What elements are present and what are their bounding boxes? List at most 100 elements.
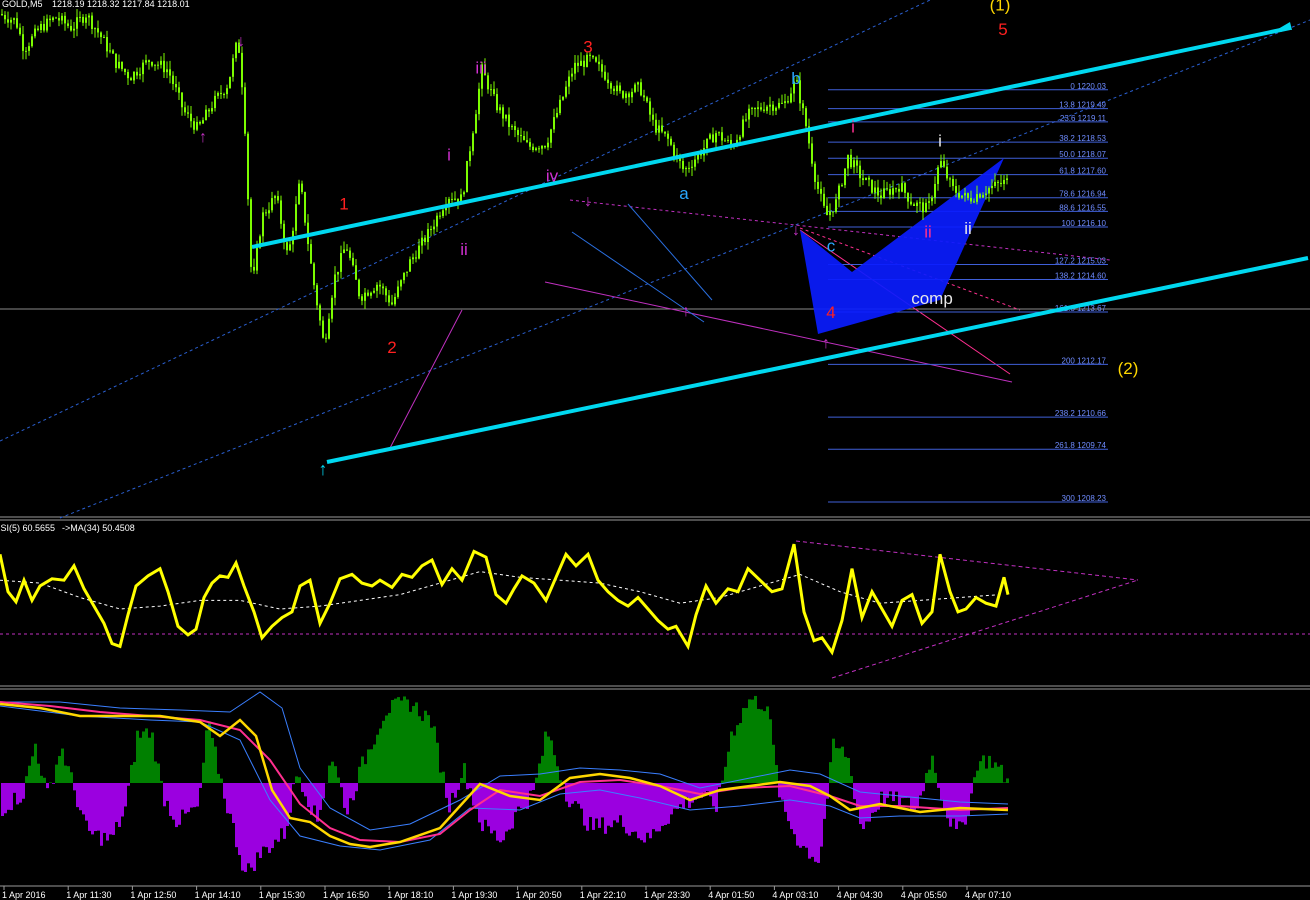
candle-body bbox=[97, 28, 99, 33]
candle-body bbox=[361, 296, 363, 301]
hist-bar-negative bbox=[652, 783, 655, 830]
candle-body bbox=[115, 53, 117, 68]
candle-body bbox=[154, 64, 156, 66]
fib-label-8: 100 1216.10 bbox=[1062, 219, 1107, 228]
hist-bar-negative bbox=[238, 783, 241, 856]
candle-body bbox=[556, 113, 558, 118]
wave-label-10: iv bbox=[546, 167, 559, 186]
hist-bar-negative bbox=[226, 783, 229, 814]
candle-body bbox=[250, 199, 252, 267]
hist-bar-positive bbox=[556, 766, 559, 783]
candle-body bbox=[397, 286, 399, 297]
candle-body bbox=[223, 94, 225, 96]
candle-body bbox=[46, 18, 48, 31]
hist-bar-positive bbox=[400, 700, 403, 783]
candle-body bbox=[970, 198, 972, 202]
candle-body bbox=[469, 151, 471, 161]
hist-bar-negative bbox=[73, 783, 76, 791]
hist-bar-positive bbox=[730, 731, 733, 783]
hist-bar-negative bbox=[586, 783, 589, 831]
candle-body bbox=[859, 165, 861, 179]
candle-body bbox=[580, 60, 582, 66]
hist-bar-positive bbox=[130, 764, 133, 783]
hist-bar-negative bbox=[808, 783, 811, 859]
hist-bar-positive bbox=[736, 725, 739, 783]
hist-bar-positive bbox=[388, 712, 391, 783]
hist-bar-positive bbox=[838, 748, 841, 783]
hist-bar-negative bbox=[520, 783, 523, 809]
candle-body bbox=[760, 107, 762, 110]
candle-body bbox=[118, 61, 120, 68]
hist-bar-positive bbox=[976, 770, 979, 783]
chart-canvas[interactable]: GOLD,M5 1218.19 1218.32 1217.84 1218.01 … bbox=[0, 0, 1310, 900]
fib-label-9: 127.2 1215.03 bbox=[1055, 256, 1107, 265]
hist-bar-negative bbox=[115, 783, 118, 823]
fib-label-5: 61.8 1217.60 bbox=[1059, 167, 1106, 176]
hist-bar-negative bbox=[685, 783, 688, 797]
candle-body bbox=[1006, 178, 1008, 180]
hist-bar-negative bbox=[301, 783, 304, 792]
candle-body bbox=[568, 76, 570, 87]
candle-body bbox=[169, 69, 171, 76]
hist-bar-negative bbox=[166, 783, 169, 801]
candle-body bbox=[130, 78, 132, 81]
hist-bar-negative bbox=[469, 783, 472, 789]
hist-bar-negative bbox=[508, 783, 511, 830]
hist-bar-negative bbox=[322, 783, 325, 799]
hist-bar-positive bbox=[397, 697, 400, 783]
hist-bar-negative bbox=[232, 783, 235, 823]
candle-body bbox=[955, 186, 957, 193]
candle-body bbox=[688, 167, 690, 169]
hist-bar-positive bbox=[973, 777, 976, 783]
hist-bar-negative bbox=[172, 783, 175, 820]
candle-body bbox=[658, 125, 660, 133]
hist-bar-positive bbox=[373, 744, 376, 783]
candle-body bbox=[940, 161, 942, 168]
hist-bar-positive bbox=[733, 735, 736, 783]
candle-body bbox=[49, 18, 51, 21]
candle-body bbox=[70, 25, 72, 31]
candle-body bbox=[637, 82, 639, 85]
candle-body bbox=[712, 134, 714, 143]
candle-body bbox=[862, 178, 864, 181]
candle-body bbox=[208, 109, 210, 112]
hist-bar-negative bbox=[580, 783, 583, 809]
candle-body bbox=[376, 284, 378, 291]
fractal-up-arrow-2: ↑ bbox=[682, 303, 690, 320]
hist-bar-positive bbox=[436, 742, 439, 783]
hist-bar-positive bbox=[754, 695, 757, 783]
candle-body bbox=[865, 177, 867, 181]
candle-body bbox=[739, 136, 741, 140]
wave-label-0: 1 bbox=[339, 195, 348, 214]
candle-body bbox=[757, 107, 759, 110]
hist-bar-negative bbox=[673, 783, 676, 809]
candle-body bbox=[508, 114, 510, 127]
candle-body bbox=[919, 202, 921, 204]
hist-bar-positive bbox=[139, 737, 142, 783]
candle-body bbox=[1, 13, 3, 15]
candle-body bbox=[37, 28, 39, 30]
candle-body bbox=[166, 69, 168, 73]
candle-body bbox=[76, 17, 78, 29]
candle-body bbox=[451, 198, 453, 200]
candle-body bbox=[112, 50, 114, 54]
candle-body bbox=[439, 215, 441, 217]
candle-body bbox=[916, 202, 918, 206]
hist-bar-negative bbox=[355, 783, 358, 792]
candle-body bbox=[718, 132, 720, 134]
hist-bar-positive bbox=[553, 755, 556, 783]
candle-body bbox=[835, 199, 837, 213]
fractal-up-arrow-3: ↑ bbox=[822, 335, 830, 352]
hist-bar-negative bbox=[616, 783, 619, 823]
hist-bar-negative bbox=[85, 783, 88, 821]
hist-bar-negative bbox=[94, 783, 97, 832]
hist-bar-positive bbox=[328, 765, 331, 783]
candle-body bbox=[139, 74, 141, 76]
hist-bar-positive bbox=[766, 706, 769, 783]
candle-body bbox=[214, 95, 216, 109]
hist-bar-negative bbox=[79, 783, 82, 811]
hist-bar-negative bbox=[97, 783, 100, 831]
candle-body bbox=[355, 265, 357, 280]
candle-body bbox=[349, 250, 351, 258]
hist-bar-negative bbox=[4, 783, 7, 814]
